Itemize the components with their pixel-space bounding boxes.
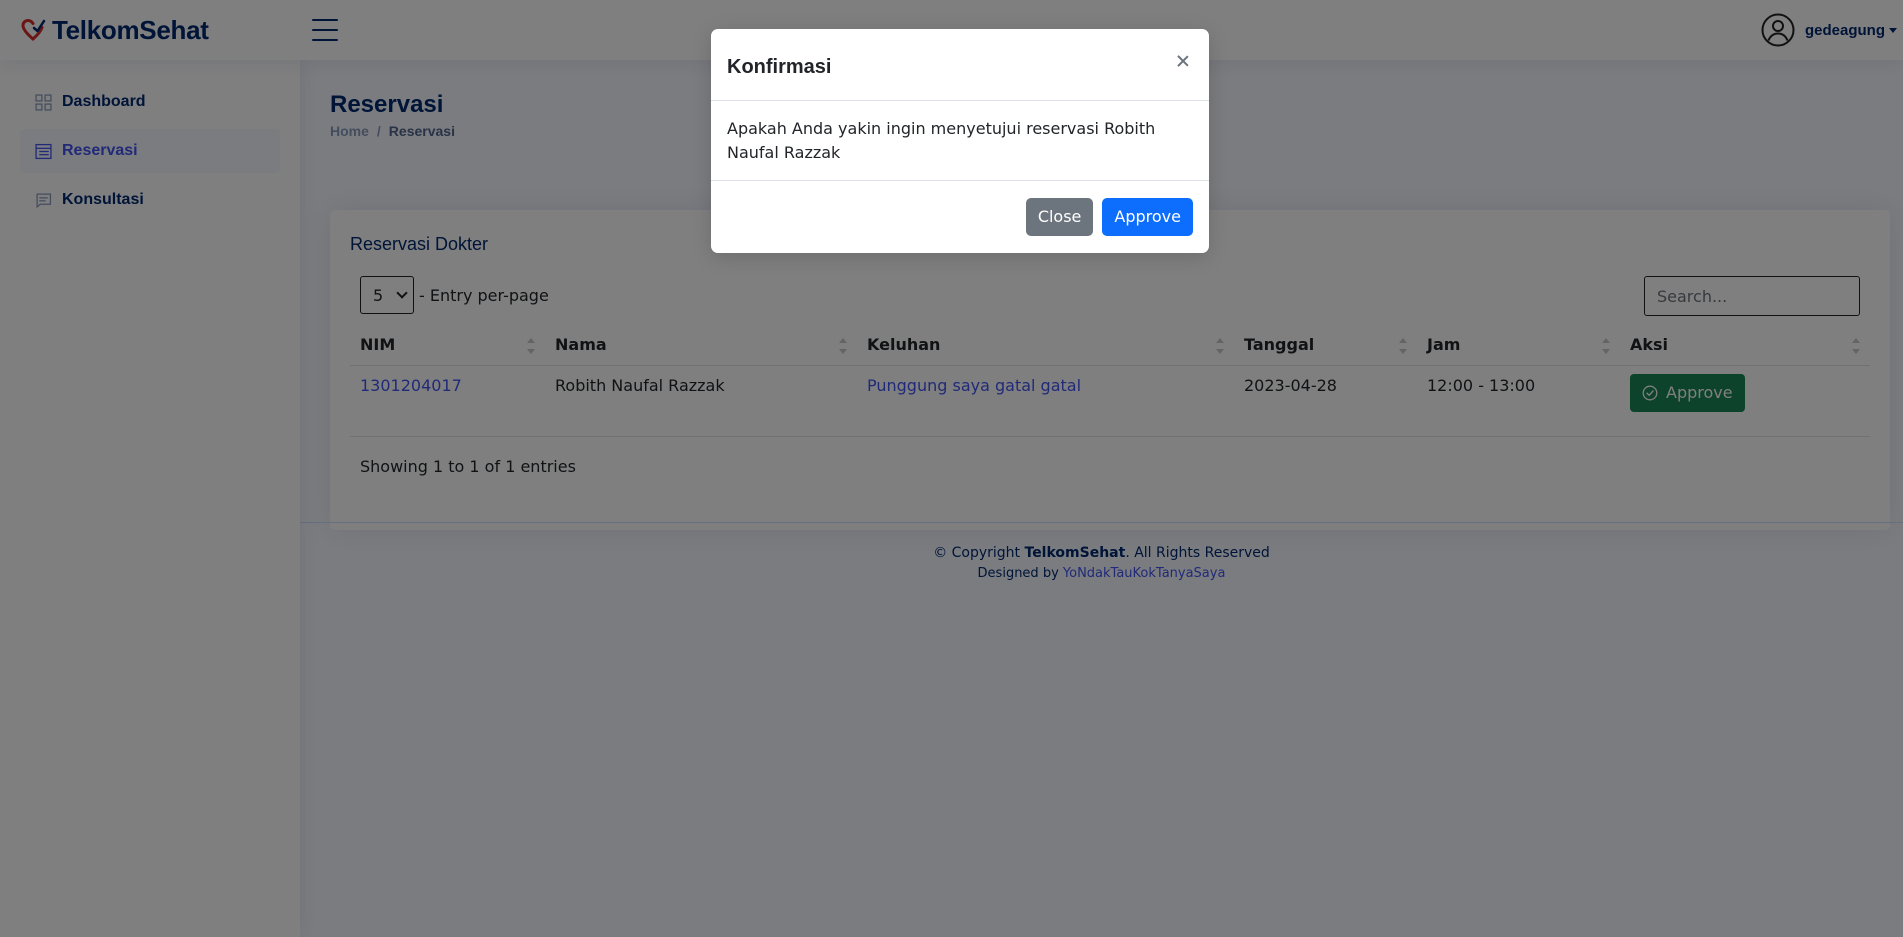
modal-footer: Close Approve (711, 181, 1209, 252)
close-icon[interactable] (1177, 55, 1189, 67)
approve-button[interactable]: Approve (1102, 197, 1193, 236)
modal-body: Apakah Anda yakin ingin menyetujui reser… (711, 101, 1209, 181)
modal-header: Konfirmasi (711, 29, 1209, 101)
close-button[interactable]: Close (1025, 197, 1094, 236)
modal-title: Konfirmasi (727, 56, 832, 78)
confirm-modal: Konfirmasi Apakah Anda yakin ingin menye… (711, 29, 1209, 253)
